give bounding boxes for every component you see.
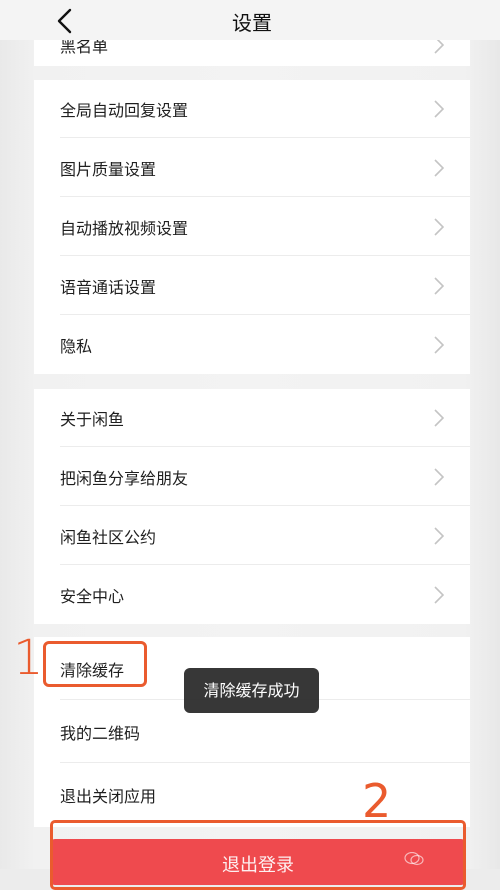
chevron-right-icon: [434, 218, 444, 236]
chevron-right-icon: [434, 100, 444, 118]
row-label: 语音通话设置: [60, 278, 157, 297]
settings-row-voice-call[interactable]: 语音通话设置: [34, 257, 470, 315]
settings-row-image-quality[interactable]: 图片质量设置: [34, 139, 470, 197]
chevron-right-icon: [434, 277, 444, 295]
watermark: [404, 850, 494, 869]
settings-row-exit-app[interactable]: 退出关闭应用: [34, 763, 470, 827]
toast-message: 清除缓存成功: [184, 668, 319, 713]
settings-group-general: 全局自动回复设置 图片质量设置 自动播放视频设置 语音通话设置 隐私: [34, 80, 470, 374]
settings-row-auto-reply[interactable]: 全局自动回复设置: [34, 80, 470, 138]
chevron-right-icon: [434, 336, 444, 354]
row-label: 安全中心: [60, 587, 125, 606]
annotation-step-1: 1: [13, 630, 44, 686]
chevron-right-icon: [434, 159, 444, 177]
row-label: 我的二维码: [60, 723, 141, 743]
row-label: 隐私: [60, 337, 93, 356]
row-label: 把闲鱼分享给朋友: [60, 469, 189, 488]
chevron-right-icon: [434, 527, 444, 545]
settings-row-privacy[interactable]: 隐私: [34, 316, 470, 374]
nav-header: 设置: [0, 0, 500, 40]
annotation-step-2: 2: [362, 774, 392, 828]
row-label: 闲鱼社区公约: [60, 528, 157, 547]
row-label: 关于闲鱼: [60, 410, 125, 429]
settings-row-community-rules[interactable]: 闲鱼社区公约: [34, 507, 470, 565]
wechat-logo-icon: [404, 852, 424, 866]
chevron-right-icon: [434, 409, 444, 427]
settings-row-share[interactable]: 把闲鱼分享给朋友: [34, 448, 470, 506]
settings-row-autoplay-video[interactable]: 自动播放视频设置: [34, 198, 470, 256]
row-label: 全局自动回复设置: [60, 101, 189, 120]
row-label: 退出关闭应用: [60, 787, 157, 806]
annotation-highlight-clear-cache: [43, 641, 147, 687]
row-label: 图片质量设置: [60, 160, 157, 179]
settings-group-about: 关于闲鱼 把闲鱼分享给朋友 闲鱼社区公约 安全中心: [34, 389, 470, 624]
chevron-right-icon: [434, 468, 444, 486]
page-title: 设置: [232, 11, 272, 35]
settings-row-about[interactable]: 关于闲鱼: [34, 389, 470, 447]
chevron-right-icon: [434, 586, 444, 604]
row-label: 自动播放视频设置: [60, 219, 189, 238]
settings-row-security-center[interactable]: 安全中心: [34, 566, 470, 624]
